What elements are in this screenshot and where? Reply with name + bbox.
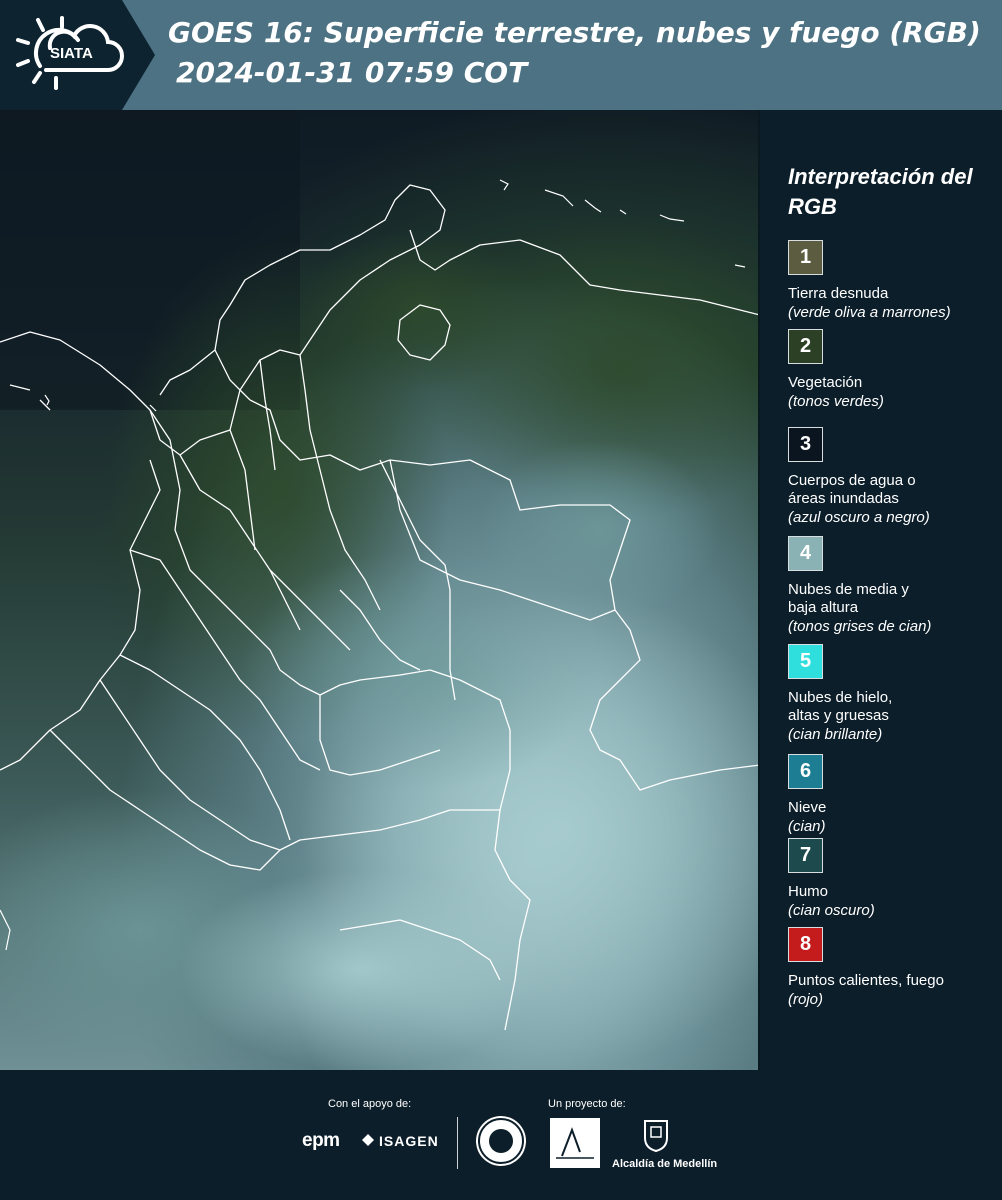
satellite-map[interactable] [0, 110, 760, 1070]
footer-divider [457, 1117, 458, 1169]
support-label: Con el apoyo de: [328, 1098, 412, 1110]
logo-text: SIATA [50, 45, 93, 62]
legend-swatch: 8 [788, 927, 823, 962]
seal-logo-icon [476, 1116, 526, 1166]
header: SIATA GOES 16: Superficie terrestre, nub… [0, 0, 1002, 110]
legend-panel: Interpretación del RGB 1 Tierra desnuda (v… [760, 110, 1002, 1070]
legend-item-desc: (cian) [788, 818, 826, 835]
legend-item: 1 Tierra desnuda (verde oliva a marrones) [788, 240, 998, 322]
legend-item: 5 Nubes de hielo, altas y gruesas (cian br… [788, 644, 998, 744]
legend-swatch: 1 [788, 240, 823, 275]
legend-item: 4 Nubes de media y baja altura (tonos gris… [788, 536, 998, 636]
legend-item-desc: (cian brillante) [788, 726, 883, 743]
legend-item: 8 Puntos calientes, fuego (rojo) [788, 927, 998, 1009]
legend-item: 3 Cuerpos de agua o áreas inundadas (azul … [788, 427, 998, 527]
legend-item-name: Puntos calientes, fuego [788, 972, 944, 989]
map-canvas [0, 110, 760, 1070]
legend-item: 7 Humo (cian oscuro) [788, 838, 998, 920]
legend-item-desc: (azul oscuro a negro) [788, 509, 930, 526]
legend-swatch: 5 [788, 644, 823, 679]
amva-logo-icon [550, 1118, 600, 1168]
legend-item-name: Cuerpos de agua o áreas inundadas [788, 472, 916, 507]
page-title: GOES 16: Superficie terrestre, nubes y f… [168, 16, 981, 49]
footer: Con el apoyo de: Un proyecto de: epm ISA… [0, 1070, 1002, 1200]
legend-item-desc: (cian oscuro) [788, 902, 875, 919]
legend-item: 2 Vegetación (tonos verdes) [788, 329, 998, 411]
legend-item-name: Humo [788, 883, 829, 900]
legend-item-desc: (tonos verdes) [788, 393, 884, 410]
legend-item-name: Tierra desnuda [788, 285, 889, 302]
legend-swatch: 7 [788, 838, 823, 873]
legend-item-name: Vegetación [788, 374, 863, 391]
legend-item-name: Nieve [788, 799, 827, 816]
legend-item: 6 Nieve (cian) [788, 754, 998, 836]
legend-item-name: Nubes de hielo, altas y gruesas [788, 689, 893, 724]
legend-swatch: 2 [788, 329, 823, 364]
alcaldia-shield-icon [644, 1120, 668, 1152]
legend-item-name: Nubes de media y baja altura [788, 581, 909, 616]
legend-swatch: 6 [788, 754, 823, 789]
project-label: Un proyecto de: [548, 1098, 626, 1110]
epm-logo: epm [302, 1130, 340, 1151]
legend-item-desc: (tonos grises de cian) [788, 618, 932, 635]
legend-item-desc: (rojo) [788, 991, 824, 1008]
legend-item-desc: (verde oliva a marrones) [788, 304, 951, 321]
legend-swatch: 4 [788, 536, 823, 571]
legend-title: Interpretación del RGB [788, 164, 973, 219]
timestamp: 2024-01-31 07:59 COT [176, 56, 528, 89]
legend-swatch: 3 [788, 427, 823, 462]
alcaldia-name: Alcaldía de Medellín [612, 1158, 718, 1170]
isagen-mark-icon [362, 1134, 374, 1146]
isagen-logo: ISAGEN [379, 1133, 439, 1149]
